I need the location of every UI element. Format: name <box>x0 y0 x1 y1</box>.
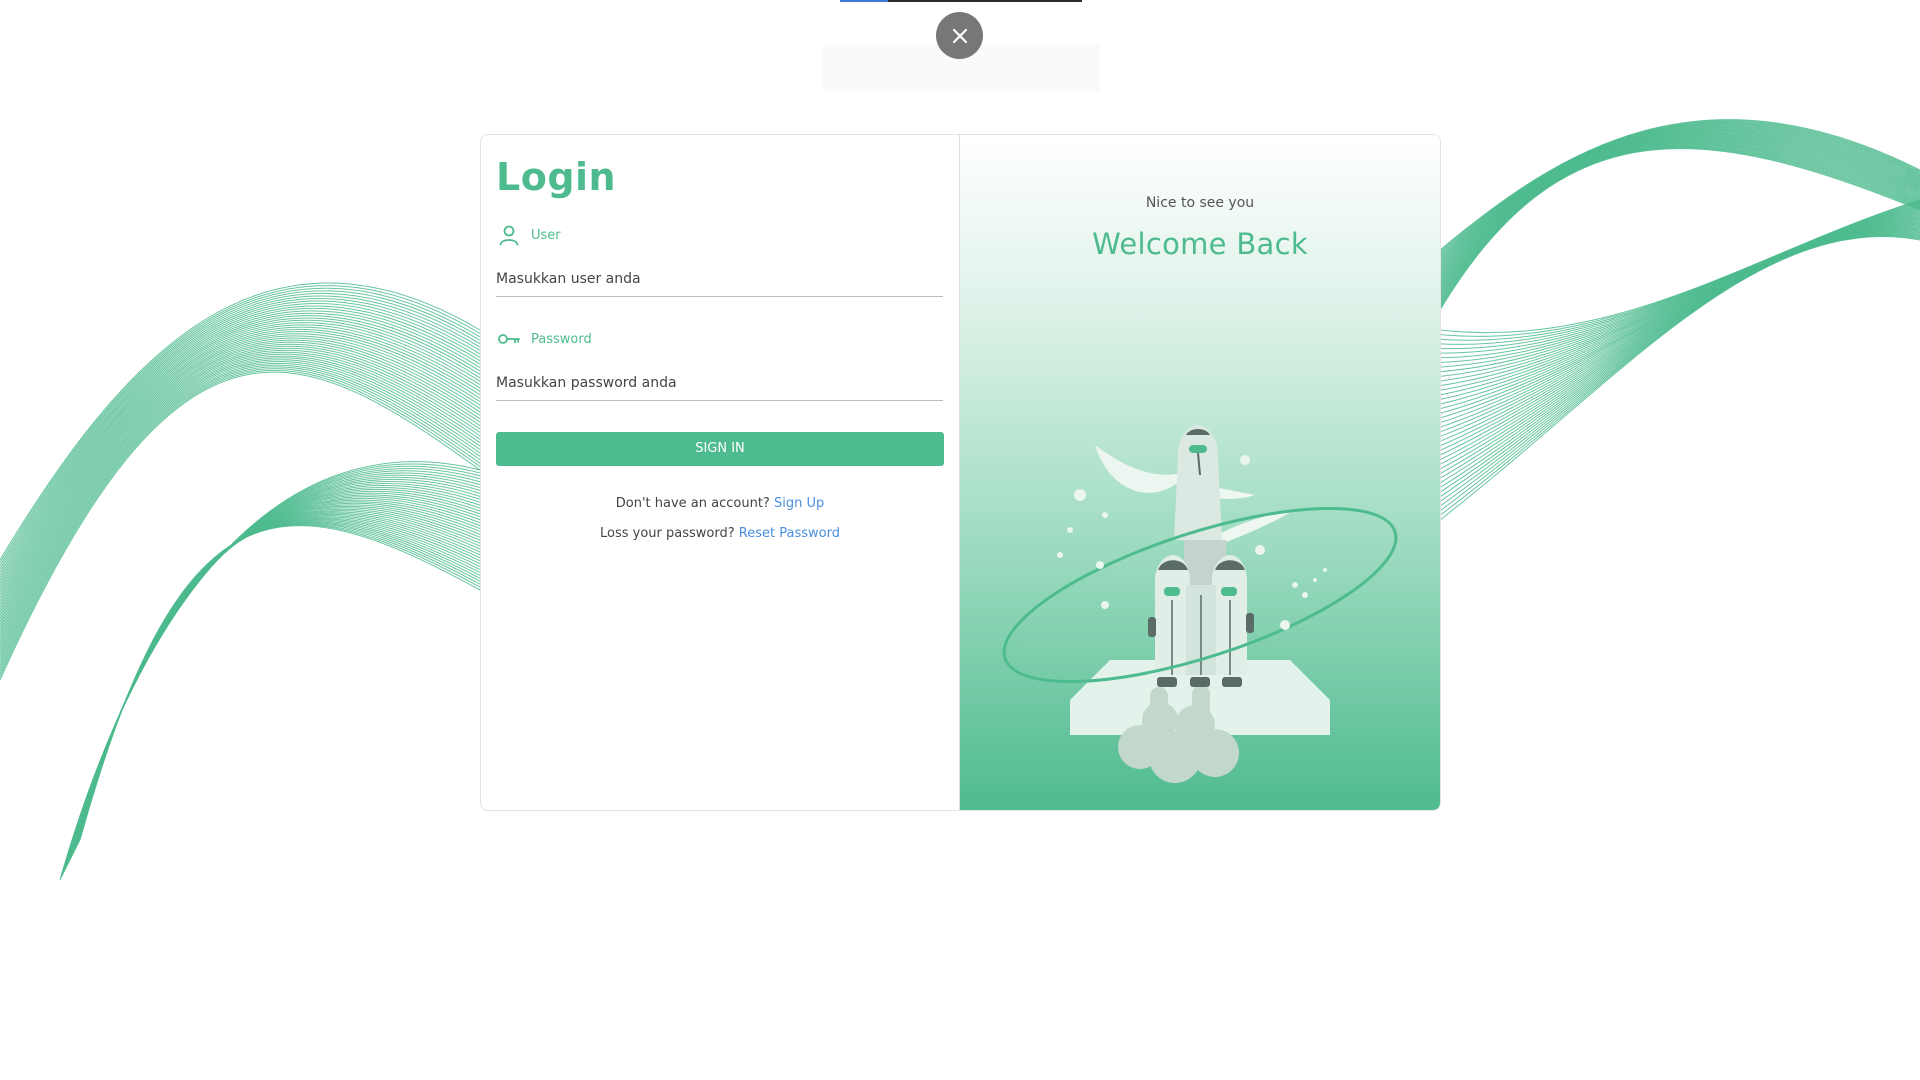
wave-line <box>0 362 481 846</box>
welcome-panel: Nice to see you Welcome Back <box>960 135 1440 810</box>
wave-line <box>0 364 481 845</box>
wave-line <box>0 359 481 847</box>
rocket-illustration <box>1002 425 1398 783</box>
wave-line <box>0 371 481 841</box>
password-input[interactable] <box>496 374 943 391</box>
wave-line <box>0 355 481 849</box>
top-progress-fill <box>840 0 889 2</box>
login-form-panel: Login User Masukkan user anda Password S… <box>481 135 960 810</box>
password-input-wrapper <box>496 366 943 401</box>
wave-line <box>0 326 481 863</box>
password-label: Password <box>531 331 592 347</box>
wave-line <box>0 347 481 853</box>
reset-prompt: Loss your password? Reset Password <box>496 526 944 541</box>
person-icon <box>496 223 521 248</box>
wave-line <box>0 341 481 856</box>
wave-line <box>0 335 481 859</box>
wave-line <box>0 351 481 851</box>
wave-line <box>0 369 481 842</box>
sign-up-link[interactable]: Sign Up <box>774 496 824 511</box>
wave-line <box>0 300 481 874</box>
wave-line <box>0 312 481 869</box>
wave-line <box>0 361 481 846</box>
wave-line <box>0 319 481 866</box>
welcome-subtitle: Nice to see you <box>1145 195 1255 211</box>
wave-line <box>1439 137 1920 447</box>
key-icon <box>496 327 521 352</box>
wave-line <box>0 290 481 878</box>
wave-line <box>0 366 481 844</box>
wave-line <box>0 282 481 881</box>
wave-line <box>0 357 481 848</box>
wave-line <box>0 353 481 850</box>
close-button[interactable] <box>936 12 983 59</box>
lost-password-text: Loss your password? <box>600 525 735 541</box>
login-title: Login <box>496 155 617 199</box>
wave-line <box>0 368 481 843</box>
wave-line <box>0 307 481 871</box>
user-label-row: User <box>496 223 943 248</box>
no-account-text: Don't have an account? <box>615 495 770 511</box>
wave-line <box>0 292 481 877</box>
close-icon <box>951 27 969 45</box>
password-label-row: Password <box>496 327 943 352</box>
user-input[interactable] <box>496 270 943 287</box>
login-card: Login User Masukkan user anda Password S… <box>480 134 1441 811</box>
wave-line <box>0 298 481 875</box>
wave-line <box>0 315 481 868</box>
page: Login User Masukkan user anda Password S… <box>0 0 1920 1080</box>
wave-line <box>0 330 481 861</box>
top-progress-bar <box>840 0 1082 2</box>
wave-line <box>0 349 481 852</box>
reset-password-link[interactable]: Reset Password <box>739 526 840 541</box>
welcome-heading: Welcome Back <box>1092 227 1308 261</box>
signup-prompt: Don't have an account? Sign Up <box>496 496 944 511</box>
sign-in-button[interactable]: SIGN IN <box>496 431 944 466</box>
wave-line <box>0 337 481 858</box>
user-label: User <box>531 227 561 243</box>
wave-line <box>0 305 481 872</box>
wave-line <box>0 324 481 864</box>
user-input-wrapper <box>496 262 943 297</box>
wave-line <box>0 345 481 854</box>
